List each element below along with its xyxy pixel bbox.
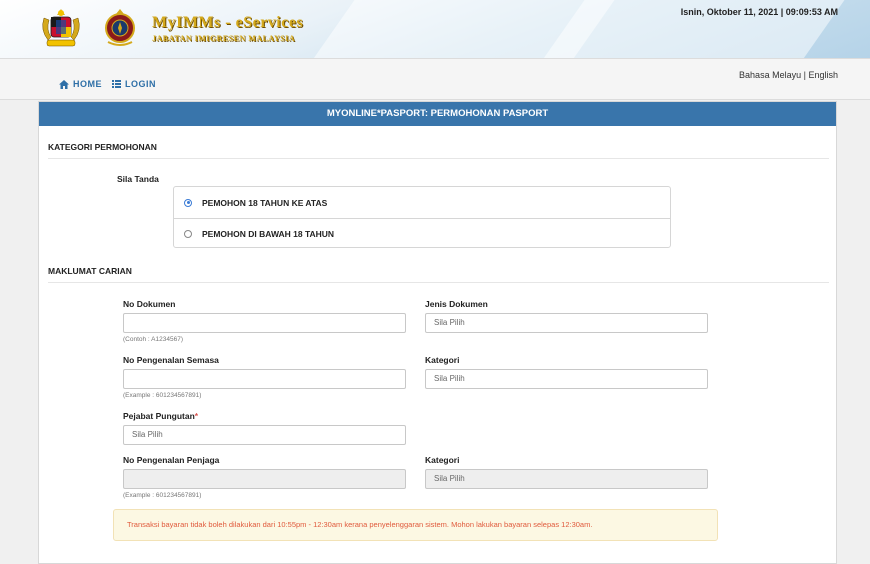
kategori-label: Kategori bbox=[425, 355, 460, 365]
nav-home-link[interactable]: HOME bbox=[59, 79, 102, 89]
required-marker: * bbox=[194, 411, 199, 421]
language-switcher: Bahasa Melayu | English bbox=[739, 70, 838, 80]
kategori-penjaga-select: Sila Pilih bbox=[425, 469, 708, 489]
nav-login-label: LOGIN bbox=[125, 79, 156, 89]
panel-title: MYONLINE*PASPORT: PERMOHONAN PASPORT bbox=[39, 102, 836, 126]
nav-login-link[interactable]: LOGIN bbox=[112, 79, 156, 89]
immigration-crest-logo bbox=[105, 9, 135, 46]
maintenance-notice: Transaksi bayaran tidak boleh dilakukan … bbox=[113, 509, 718, 541]
kategori-penjaga-label: Kategori bbox=[425, 455, 460, 465]
top-navbar: HOME LOGIN Bahasa Melayu | English bbox=[0, 58, 870, 100]
radio-option-label: PEMOHON 18 TAHUN KE ATAS bbox=[202, 197, 328, 208]
lang-separator: | bbox=[803, 70, 806, 80]
nav-home-label: HOME bbox=[73, 79, 102, 89]
no-pengenalan-label: No Pengenalan Semasa bbox=[123, 355, 219, 365]
pejabat-pungutan-select[interactable]: Sila Pilih bbox=[123, 425, 406, 445]
no-pengenalan-input[interactable] bbox=[123, 369, 406, 389]
home-icon bbox=[59, 79, 69, 89]
pejabat-pungutan-label: Pejabat Pungutan* bbox=[123, 411, 198, 421]
application-panel: MYONLINE*PASPORT: PERMOHONAN PASPORT KAT… bbox=[38, 101, 837, 564]
category-radio-group: PEMOHON 18 TAHUN KE ATAS PEMOHON DI BAWA… bbox=[173, 186, 671, 248]
header-banner: MyIMMs - eServices JABATAN IMIGRESEN MAL… bbox=[0, 0, 870, 58]
pejabat-pungutan-text: Pejabat Pungutan bbox=[123, 411, 195, 421]
section-carian-heading: MAKLUMAT CARIAN bbox=[48, 266, 829, 283]
no-pengenalan-hint: (Example : 601234567891) bbox=[123, 392, 202, 399]
no-dokumen-input[interactable] bbox=[123, 313, 406, 333]
lang-english-link[interactable]: English bbox=[808, 70, 838, 80]
radio-unselected-icon bbox=[184, 230, 192, 238]
coat-of-arms-logo bbox=[42, 9, 80, 47]
app-subtitle: JABATAN IMIGRESEN MALAYSIA bbox=[152, 34, 296, 43]
radio-option-label: PEMOHON DI BAWAH 18 TAHUN bbox=[202, 229, 335, 239]
radio-selected-icon bbox=[184, 198, 192, 207]
no-penjaga-hint: (Example : 601234567891) bbox=[123, 492, 202, 499]
kategori-select[interactable]: Sila Pilih bbox=[425, 369, 708, 389]
no-penjaga-label: No Pengenalan Penjaga bbox=[123, 455, 220, 465]
app-title: MyIMMs - eServices bbox=[152, 14, 304, 31]
lang-malay-link[interactable]: Bahasa Melayu bbox=[739, 70, 801, 80]
no-dokumen-label: No Dokumen bbox=[123, 299, 176, 309]
radio-option-adult[interactable]: PEMOHON 18 TAHUN KE ATAS bbox=[174, 187, 670, 218]
list-icon bbox=[112, 80, 121, 88]
jenis-dokumen-select[interactable]: Sila Pilih bbox=[425, 313, 708, 333]
jenis-dokumen-label: Jenis Dokumen bbox=[425, 299, 488, 309]
sila-tanda-label: Sila Tanda bbox=[117, 174, 159, 184]
no-dokumen-hint: (Contoh : A1234567) bbox=[123, 336, 183, 343]
section-kategori-heading: KATEGORI PERMOHONAN bbox=[48, 142, 829, 159]
no-penjaga-input bbox=[123, 469, 406, 489]
current-datetime: Isnin, Oktober 11, 2021 | 09:09:53 AM bbox=[680, 7, 838, 17]
radio-option-minor[interactable]: PEMOHON DI BAWAH 18 TAHUN bbox=[174, 218, 670, 249]
